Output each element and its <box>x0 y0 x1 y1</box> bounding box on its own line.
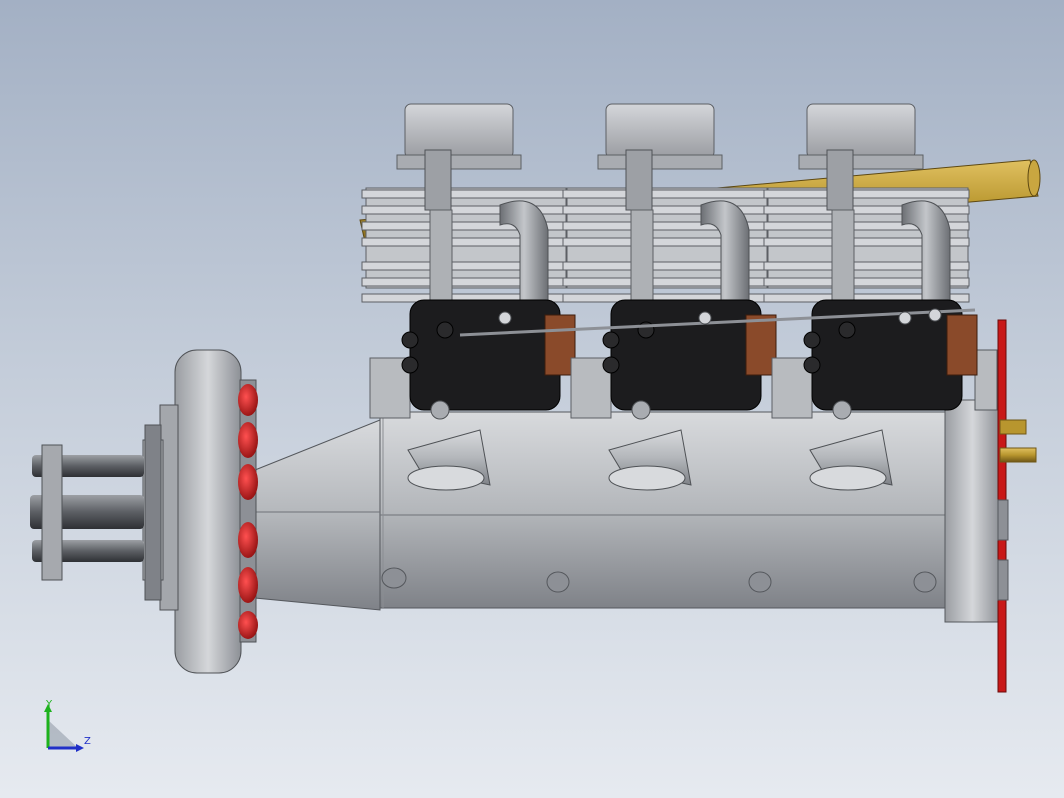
coordinate-triad: Y Z <box>38 698 98 758</box>
z-axis-label: Z <box>84 736 91 747</box>
y-axis-label: Y <box>45 699 53 710</box>
triad-plane-icon <box>48 720 78 748</box>
graphics-viewport[interactable]: Y Z <box>0 0 1064 798</box>
engine-model[interactable] <box>0 0 1064 798</box>
drive-shafts[interactable] <box>30 424 162 601</box>
